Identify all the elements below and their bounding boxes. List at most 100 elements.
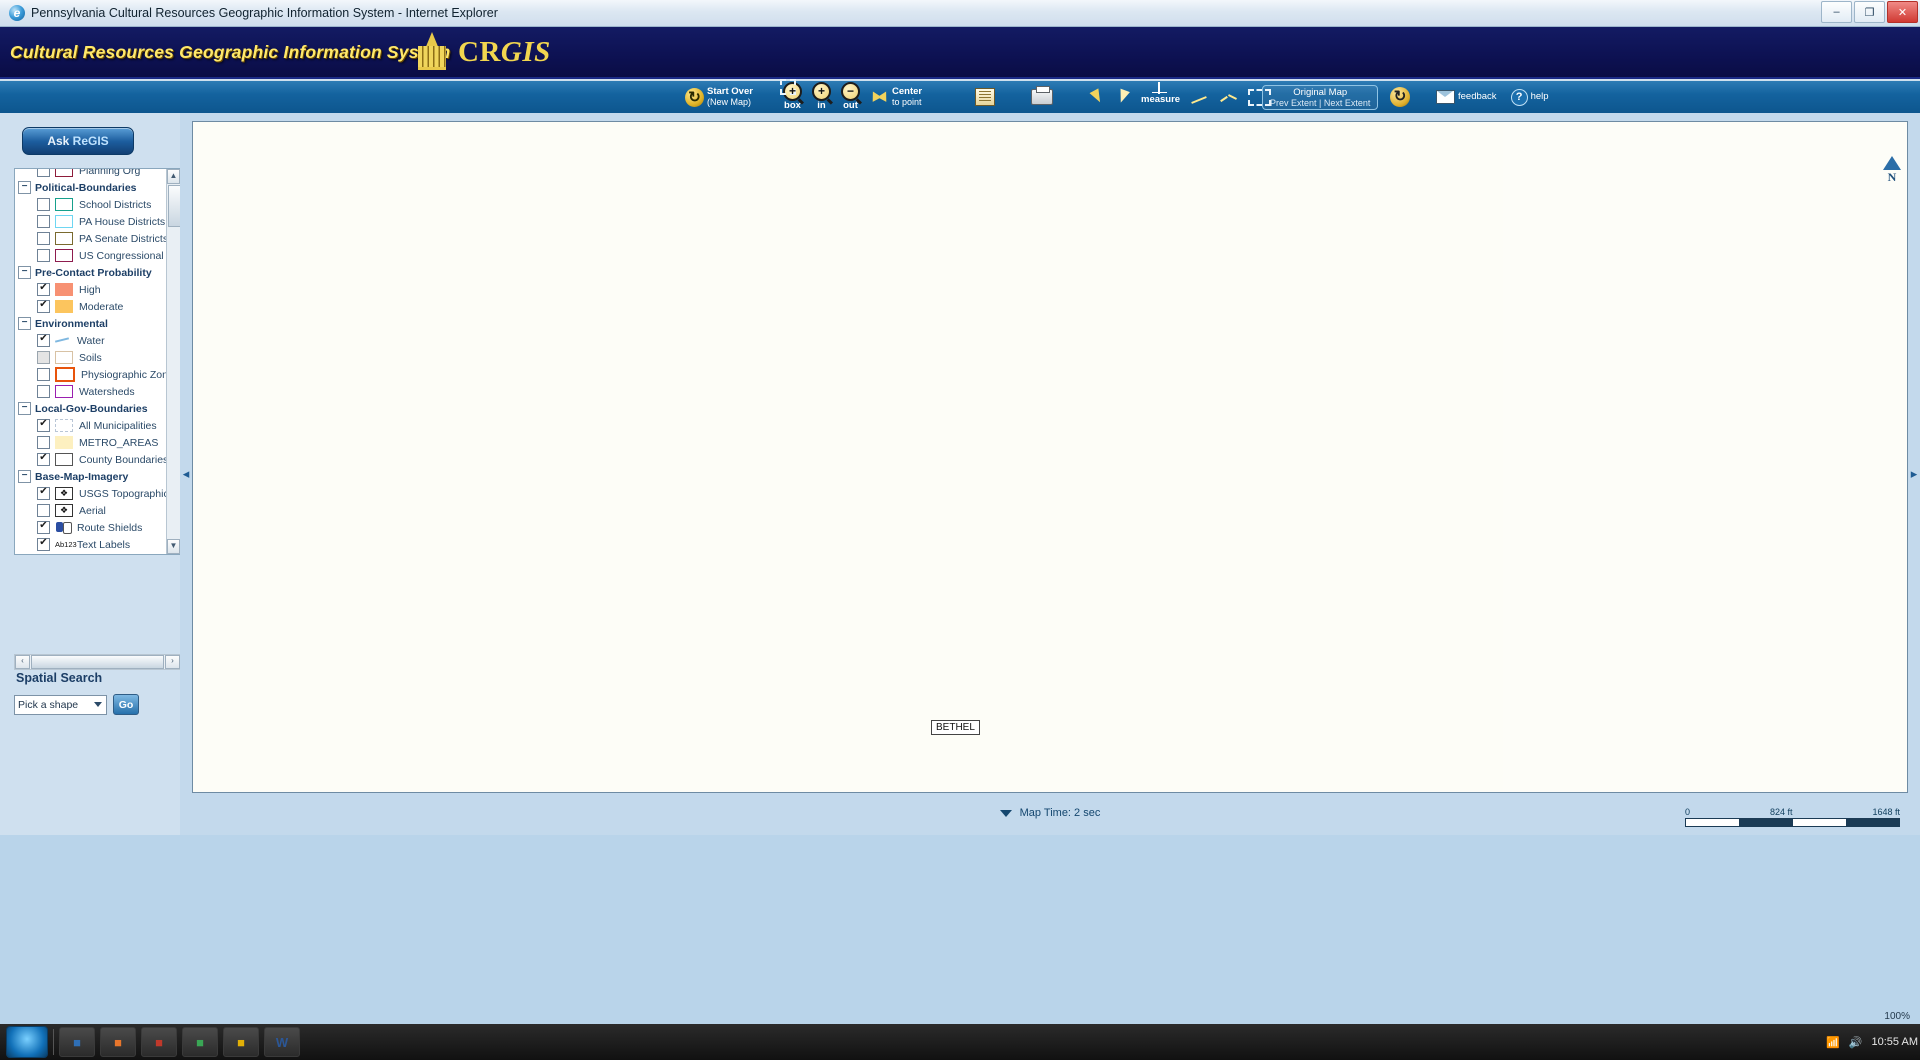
layer-tree-hscrollbar[interactable]: ‹ › (14, 654, 181, 670)
shape-select[interactable]: Pick a shape (14, 694, 107, 715)
collapse-icon[interactable]: − (18, 181, 31, 194)
layer-item-pa-house-districts[interactable]: PA House Districts (17, 213, 180, 230)
layer-item-route-shields[interactable]: Route Shields (17, 519, 180, 536)
layer-tree-scrollbar[interactable]: ▲ ▼ (166, 169, 180, 554)
hscroll-right-button[interactable]: › (165, 655, 180, 669)
taskbar-app-1[interactable]: ■ (59, 1027, 95, 1057)
collapse-icon[interactable]: − (18, 317, 31, 330)
layer-item-text-labels[interactable]: Ab123Text Labels (17, 536, 180, 553)
layer-item-aerial[interactable]: Aerial (17, 502, 180, 519)
layer-item-all-municipalities[interactable]: All Municipalities (17, 417, 180, 434)
layer-item-selected-place[interactable]: Selected Place (17, 553, 180, 554)
collapse-icon[interactable]: − (18, 266, 31, 279)
layer-item-planning-org[interactable]: Planning Org (17, 169, 180, 179)
identify-button[interactable] (970, 82, 1000, 112)
taskbar-app-5[interactable]: ■ (223, 1027, 259, 1057)
layer-item-high[interactable]: High (17, 281, 180, 298)
feedback-button[interactable]: feedback (1431, 82, 1502, 112)
hscroll-left-button[interactable]: ‹ (15, 655, 30, 669)
collapse-triangle-icon[interactable] (999, 809, 1012, 817)
layer-checkbox[interactable] (37, 282, 50, 296)
tree-scroll-down-button[interactable]: ▼ (167, 539, 180, 554)
layer-group-political-boundaries[interactable]: − Political-Boundaries (17, 179, 180, 196)
windows-taskbar: ■ ■ ■ ■ ■ W 📶 🔊 10:55 AM (0, 1024, 1920, 1060)
layer-checkbox[interactable] (37, 504, 50, 517)
layer-item-water[interactable]: Water (17, 332, 180, 349)
layer-item-moderate[interactable]: Moderate (17, 298, 180, 315)
map-canvas[interactable]: N BETHEL (192, 121, 1908, 793)
layer-item-us-congressional-dis[interactable]: US Congressional Dis (17, 247, 180, 264)
layer-checkbox[interactable] (37, 333, 50, 347)
layer-item-physiographic-zones[interactable]: Physiographic Zones (17, 366, 180, 383)
original-map-link[interactable]: Original Map (1270, 87, 1370, 98)
layer-item-county-boundaries[interactable]: County Boundaries (17, 451, 180, 468)
taskbar-app-2[interactable]: ■ (100, 1027, 136, 1057)
layer-item-soils[interactable]: Soils (17, 349, 180, 366)
center-to-point-button[interactable]: Center to point (865, 82, 927, 112)
measure-button[interactable]: measure (1136, 82, 1185, 112)
extent-navigation[interactable]: Original Map Prev Extent | Next Extent (1262, 84, 1379, 110)
layer-checkbox[interactable] (37, 169, 50, 177)
layer-checkbox[interactable] (37, 368, 50, 381)
next-extent-link[interactable]: Next Extent (1324, 98, 1371, 108)
maximize-button[interactable]: ❐ (1854, 1, 1885, 23)
layer-checkbox[interactable] (37, 537, 50, 551)
zoom-out-button[interactable]: − out (836, 82, 865, 112)
layer-checkbox[interactable] (37, 520, 50, 534)
layer-checkbox[interactable] (37, 232, 50, 245)
layer-item-school-districts[interactable]: School Districts (17, 196, 180, 213)
tray-network-icon[interactable]: 📶 (1826, 1036, 1840, 1049)
layer-checkbox[interactable] (37, 249, 50, 262)
start-button[interactable] (6, 1026, 48, 1058)
layer-checkbox[interactable] (37, 385, 50, 398)
collapse-icon[interactable]: − (18, 402, 31, 415)
minimize-button[interactable]: – (1821, 1, 1852, 23)
start-over-button[interactable]: Start Over (New Map) (680, 82, 758, 112)
select-arrow-button[interactable] (1110, 82, 1136, 112)
layer-group-label: Pre-Contact Probability (35, 266, 152, 279)
layer-group-environmental[interactable]: − Environmental (17, 315, 180, 332)
zoom-in-button[interactable]: + in (807, 82, 836, 112)
pan-left-button[interactable]: ◂ (180, 113, 192, 835)
layer-tree-panel[interactable]: Planning Org − Political-Boundaries School … (14, 168, 181, 555)
layer-checkbox[interactable] (37, 436, 50, 449)
measure-polyline-button[interactable] (1214, 82, 1243, 112)
layer-checkbox[interactable] (37, 198, 50, 211)
taskbar-clock[interactable]: 10:55 AM (1872, 1036, 1918, 1048)
pan-right-button[interactable]: ▸ (1908, 113, 1920, 835)
layer-group-local-gov-boundaries[interactable]: − Local-Gov-Boundaries (17, 400, 180, 417)
layer-checkbox[interactable] (37, 351, 50, 364)
topographic-map[interactable] (193, 122, 1503, 792)
layer-group-base-map-imagery[interactable]: − Base-Map-Imagery (17, 468, 180, 485)
layer-group-pre-contact probability[interactable]: − Pre-Contact Probability (17, 264, 180, 281)
layer-checkbox[interactable] (37, 452, 50, 466)
layer-color-swatch (55, 215, 73, 228)
tree-scroll-up-button[interactable]: ▲ (167, 169, 180, 184)
layer-checkbox[interactable] (37, 215, 50, 228)
layer-item-metro-areas[interactable]: METRO_AREAS (17, 434, 180, 451)
close-button[interactable]: ✕ (1887, 1, 1918, 23)
measure-line-button[interactable] (1185, 82, 1214, 112)
layer-checkbox[interactable] (37, 418, 50, 432)
layer-color-swatch (55, 436, 73, 449)
select-pointer-button[interactable] (1084, 82, 1110, 112)
layer-tree[interactable]: Planning Org − Political-Boundaries School … (15, 169, 180, 554)
zoom-box-button[interactable]: + box (778, 79, 807, 112)
layer-checkbox[interactable] (37, 486, 50, 500)
hscroll-thumb[interactable] (31, 655, 164, 669)
taskbar-app-4[interactable]: ■ (182, 1027, 218, 1057)
layer-checkbox[interactable] (37, 299, 50, 313)
taskbar-app-3[interactable]: ■ (141, 1027, 177, 1057)
prev-extent-link[interactable]: Prev Extent (1270, 98, 1317, 108)
layer-item-usgs-topographic-m[interactable]: USGS Topographic M (17, 485, 180, 502)
help-button[interactable]: help (1506, 82, 1554, 112)
layer-item-pa-senate-districts[interactable]: PA Senate Districts (17, 230, 180, 247)
go-button[interactable]: Go (113, 694, 139, 715)
tray-volume-icon[interactable]: 🔊 (1849, 1036, 1863, 1049)
layer-item-watersheds[interactable]: Watersheds (17, 383, 180, 400)
taskbar-app-6[interactable]: W (264, 1027, 300, 1057)
collapse-icon[interactable]: − (18, 470, 31, 483)
ask-regis-button[interactable]: Ask ReGIS (22, 127, 134, 155)
refresh-map-button[interactable] (1385, 82, 1415, 112)
print-button[interactable] (1026, 82, 1058, 112)
